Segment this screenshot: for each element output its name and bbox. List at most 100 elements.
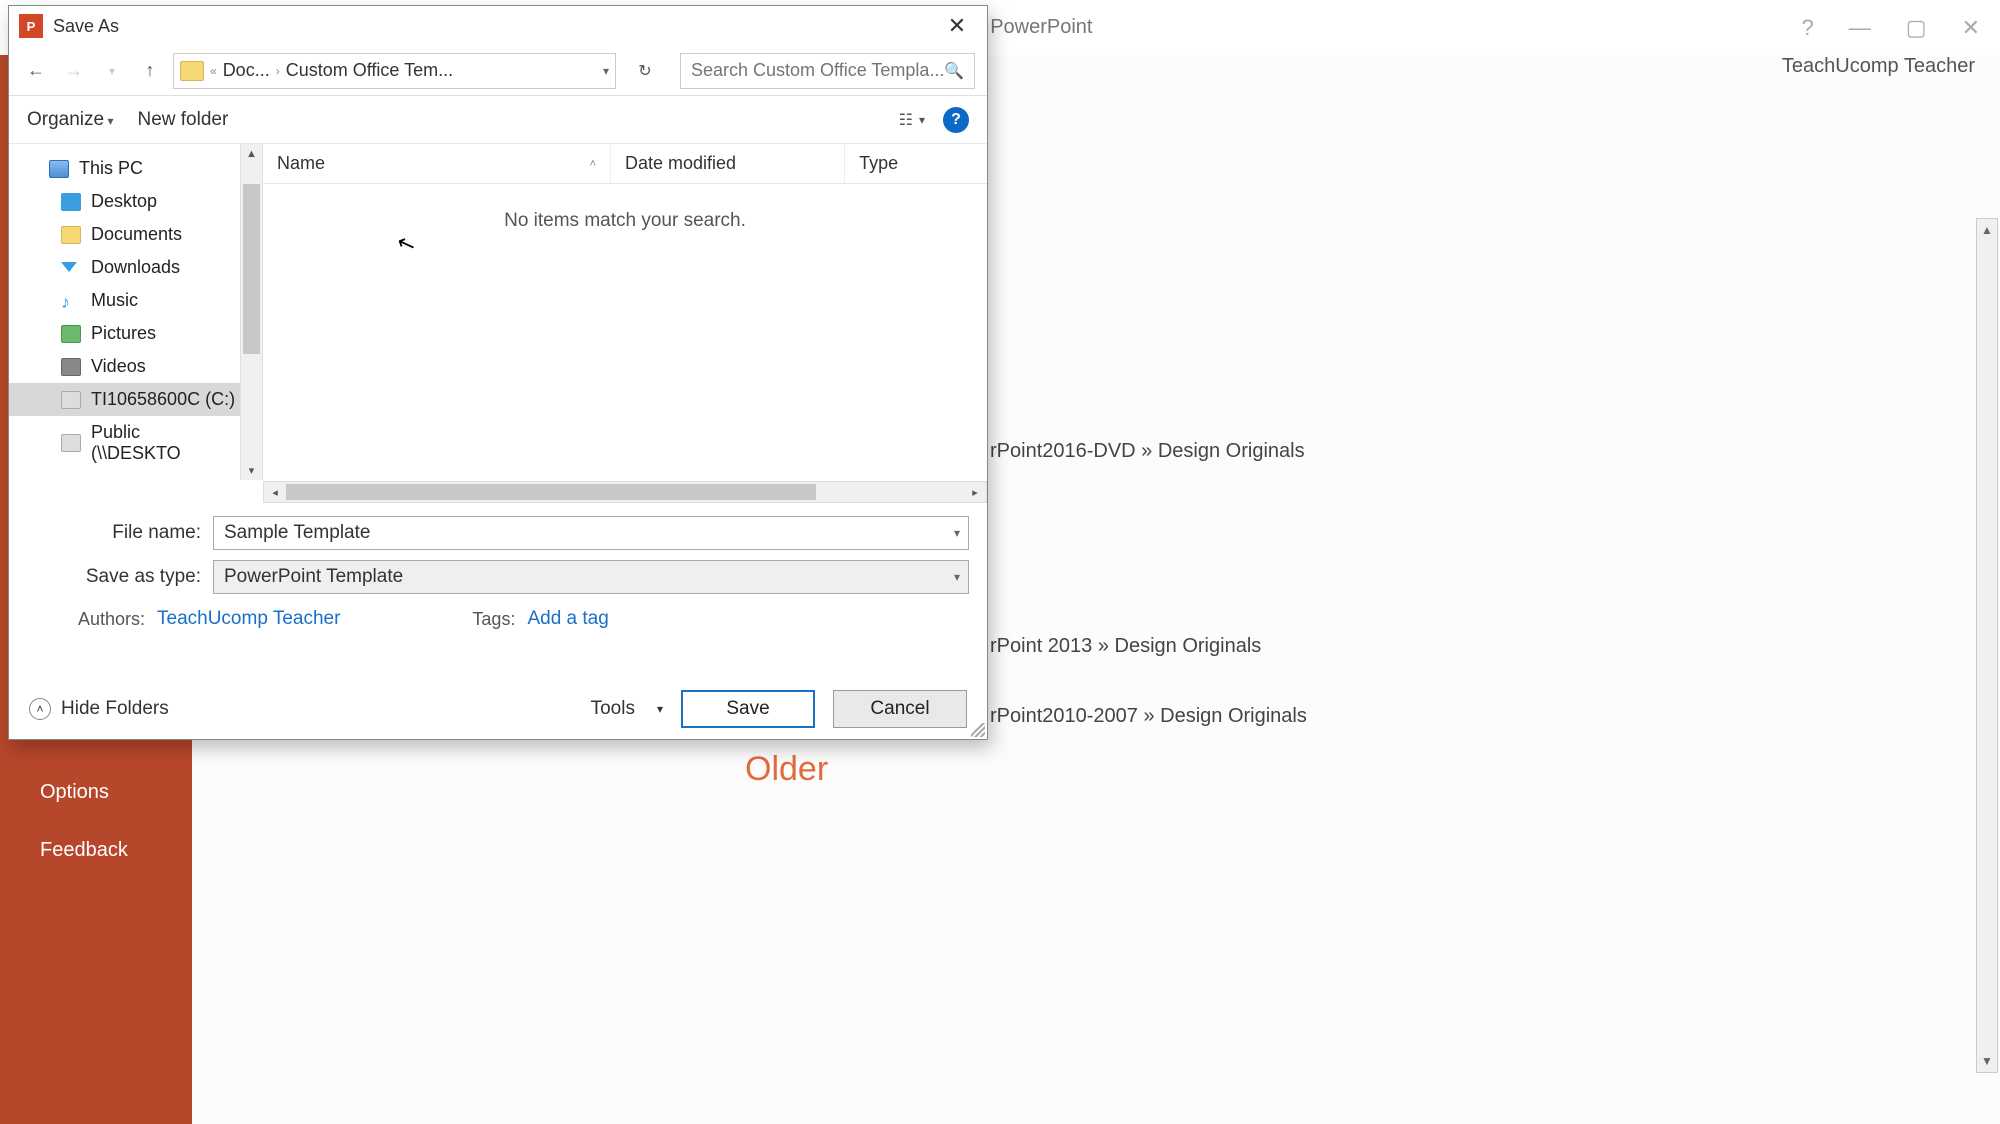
tree-downloads[interactable]: Downloads [9,251,262,284]
scroll-up-icon[interactable]: ▲ [1977,219,1997,241]
search-icon[interactable]: 🔍 [944,61,964,81]
new-folder-button[interactable]: New folder [137,109,228,131]
tools-label: Tools [591,698,635,720]
chevron-down-icon: ▾ [657,702,663,716]
tree-drive-c[interactable]: TI10658600C (C:) [9,383,262,416]
filename-value: Sample Template [224,522,370,544]
view-options-button[interactable]: ☷ ▾ [899,110,925,130]
dialog-footer: ˄ Hide Folders Tools ▾ Save Cancel [9,679,987,739]
authors-value[interactable]: TeachUcomp Teacher [157,608,340,630]
tree-documents[interactable]: Documents [9,218,262,251]
tree-label: This PC [79,158,143,179]
scroll-up-icon[interactable]: ▲ [241,144,262,164]
dialog-titlebar[interactable]: P Save As ✕ [9,6,987,46]
search-box[interactable]: 🔍 [680,53,975,89]
scroll-right-icon[interactable]: ▸ [964,481,986,503]
dialog-nav: ← → ▾ ↑ « Doc... › Custom Office Tem... … [9,46,987,96]
file-list[interactable]: Name˄ Date modified Type No items match … [263,144,987,480]
user-name[interactable]: TeachUcomp Teacher [1782,55,1975,78]
tree-network-drive[interactable]: Public (\\DESKTO▾ [9,416,262,470]
tags-label: Tags: [472,609,515,630]
hide-folders-label: Hide Folders [61,698,169,720]
scroll-left-icon[interactable]: ◂ [264,481,286,503]
tree-label: Downloads [91,257,180,278]
chevron-down-icon: ▾ [919,113,925,127]
pictures-icon [61,325,81,343]
savetype-label: Save as type: [27,566,201,588]
column-name[interactable]: Name˄ [263,144,611,183]
save-button[interactable]: Save [681,690,815,728]
dialog-close-button[interactable]: ✕ [937,13,977,39]
tree-label: Public (\\DESKTO [91,422,230,464]
maximize-icon[interactable]: ▢ [1906,15,1927,41]
help-icon[interactable]: ? [1802,15,1814,41]
savetype-combo[interactable]: PowerPoint Template ▾ [213,560,969,594]
dialog-title: Save As [53,16,119,37]
tree-videos[interactable]: Videos [9,350,262,383]
explorer-body: This PC Desktop Documents Downloads Musi… [9,144,987,480]
organize-button[interactable]: Organize [27,109,113,131]
tags-value[interactable]: Add a tag [527,608,608,630]
window-controls: ? — ▢ ✕ [1802,15,1980,41]
recent-path-2[interactable]: rPoint 2013 » Design Originals [990,635,1261,658]
scroll-thumb[interactable] [243,184,260,354]
tree-label: Documents [91,224,182,245]
search-input[interactable] [691,60,944,81]
backstage-options[interactable]: Options [0,765,149,820]
content-scrollbar[interactable]: ▲ ▼ [1976,218,1998,1073]
chevron-down-icon[interactable]: ▾ [954,570,960,584]
column-type[interactable]: Type [845,144,987,183]
nav-forward-button[interactable]: → [59,56,89,86]
network-drive-icon [61,434,81,452]
nav-back-button[interactable]: ← [21,56,51,86]
column-label: Name [277,153,325,174]
tree-label: Videos [91,356,146,377]
chevron-down-icon[interactable]: ▾ [954,526,960,540]
h-scroll-track[interactable]: ◂ ▸ [263,481,987,503]
column-date[interactable]: Date modified [611,144,845,183]
breadcrumb-seg-1[interactable]: Doc... [223,60,270,81]
filename-input[interactable]: Sample Template ▾ [213,516,969,550]
tools-dropdown[interactable]: Tools ▾ [591,698,663,720]
chevron-right-icon: › [276,64,280,78]
scroll-down-icon[interactable]: ▾ [241,460,262,480]
refresh-button[interactable]: ↻ [630,56,660,86]
recent-path-3[interactable]: rPoint2010-2007 » Design Originals [990,705,1307,728]
tree-label: Pictures [91,323,156,344]
chevron-left-icon: « [210,64,217,78]
tree-pictures[interactable]: Pictures [9,317,262,350]
minimize-icon[interactable]: — [1849,15,1871,41]
older-heading: Older [745,750,828,789]
breadcrumb-dropdown-icon[interactable]: ▾ [603,64,609,78]
resize-grip[interactable] [971,723,985,737]
column-label: Type [859,153,898,174]
h-scroll-thumb[interactable] [286,484,816,500]
column-label: Date modified [625,153,736,174]
dialog-toolbar: Organize New folder ☷ ▾ ? [9,96,987,144]
backstage-feedback[interactable]: Feedback [0,823,168,878]
form-area: File name: Sample Template ▾ Save as typ… [9,504,987,642]
tree-music[interactable]: Music [9,284,262,317]
scroll-down-icon[interactable]: ▼ [1977,1050,1997,1072]
desktop-icon [61,193,81,211]
tree-desktop[interactable]: Desktop [9,185,262,218]
save-as-dialog: P Save As ✕ ← → ▾ ↑ « Doc... › Custom Of… [8,5,988,740]
folder-icon [180,61,204,81]
recent-path-1[interactable]: rPoint2016-DVD » Design Originals [990,440,1305,463]
collapse-icon: ˄ [29,698,51,720]
close-icon[interactable]: ✕ [1962,15,1980,41]
pc-icon [49,160,69,178]
breadcrumb[interactable]: « Doc... › Custom Office Tem... ▾ [173,53,616,89]
breadcrumb-seg-2[interactable]: Custom Office Tem... [286,60,453,81]
tree-scrollbar[interactable]: ▲ ▾ [240,144,262,480]
hide-folders-button[interactable]: ˄ Hide Folders [29,698,169,720]
tree-this-pc[interactable]: This PC [9,152,262,185]
powerpoint-icon: P [19,14,43,38]
help-button[interactable]: ? [943,107,969,133]
folder-tree[interactable]: This PC Desktop Documents Downloads Musi… [9,144,263,480]
nav-recent-dropdown[interactable]: ▾ [97,56,127,86]
download-icon [61,259,81,277]
nav-up-button[interactable]: ↑ [135,56,165,86]
savetype-value: PowerPoint Template [224,566,403,588]
cancel-button[interactable]: Cancel [833,690,967,728]
